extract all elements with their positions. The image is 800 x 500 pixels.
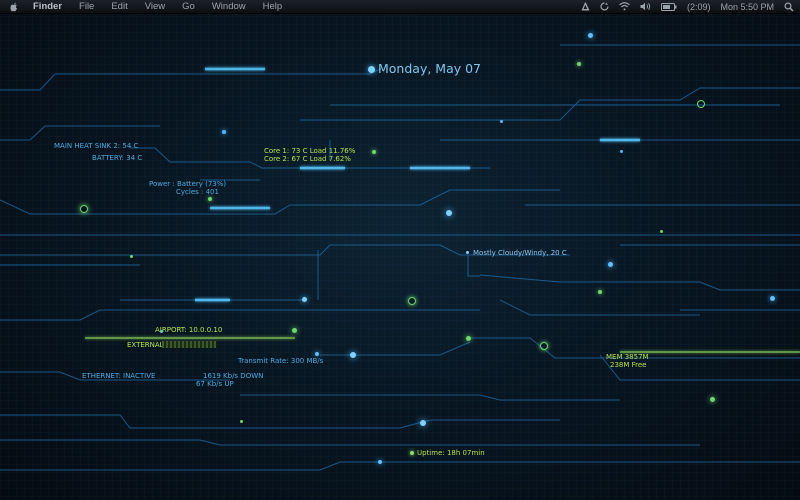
particle xyxy=(697,100,705,108)
particle xyxy=(620,150,623,153)
particle xyxy=(466,336,471,341)
battery-time[interactable]: (2:09) xyxy=(687,2,711,12)
particle xyxy=(208,197,212,201)
menu-file[interactable]: File xyxy=(79,1,94,12)
apple-icon[interactable] xyxy=(9,2,19,12)
particle xyxy=(372,150,376,154)
weather-marker xyxy=(466,251,469,254)
menu-go[interactable]: Go xyxy=(182,1,195,12)
uptime-marker xyxy=(410,451,414,455)
battery-cycles: Cycles : 401 xyxy=(176,188,219,196)
core2-stats: Core 2: 67 C Load 7.62% xyxy=(264,155,351,163)
particle xyxy=(80,205,88,213)
external-ip-redacted xyxy=(162,341,216,348)
particle xyxy=(292,328,297,333)
airport-ip: AIRPORT: 10.0.0.10 xyxy=(155,326,223,334)
particle xyxy=(540,342,548,350)
external-ip-label: EXTERNAL: xyxy=(127,341,166,349)
particle xyxy=(500,120,503,123)
ethernet-status: ETHERNET: INACTIVE xyxy=(82,372,156,380)
battery-icon[interactable] xyxy=(660,2,677,11)
particle xyxy=(130,255,133,258)
particle xyxy=(350,352,356,358)
menu-window[interactable]: Window xyxy=(212,1,246,12)
menu-edit[interactable]: Edit xyxy=(111,1,127,12)
transmit-rate: Transmit Rate: 300 MB/s xyxy=(238,357,324,365)
adobe-icon[interactable] xyxy=(581,2,590,11)
wifi-icon[interactable] xyxy=(619,2,630,11)
particle xyxy=(302,297,307,302)
battery-temp: BATTERY: 34 C xyxy=(92,154,143,162)
uptime-widget: Uptime: 18h 07min xyxy=(417,449,485,457)
memory-free: 238M Free xyxy=(610,361,647,369)
particle xyxy=(408,297,416,305)
weather-widget: Mostly Cloudy/Windy, 20 C xyxy=(473,249,567,257)
particle xyxy=(608,262,613,267)
particle xyxy=(770,296,775,301)
menu-help[interactable]: Help xyxy=(263,1,283,12)
particle xyxy=(446,210,452,216)
particle xyxy=(222,130,226,134)
particle xyxy=(660,230,663,233)
volume-icon[interactable] xyxy=(640,2,651,11)
particle xyxy=(577,62,581,66)
status-area: (2:09) Mon 5:50 PM xyxy=(571,0,794,13)
particle xyxy=(315,352,319,356)
menu-view[interactable]: View xyxy=(145,1,165,12)
particle xyxy=(598,290,602,294)
menu-finder[interactable]: Finder xyxy=(33,1,62,12)
particle xyxy=(710,397,715,402)
particle xyxy=(240,420,243,423)
menu-bar: Finder File Edit View Go Window Help (2:… xyxy=(0,0,800,14)
menubar-clock[interactable]: Mon 5:50 PM xyxy=(720,2,774,12)
particle xyxy=(378,460,382,464)
particle xyxy=(368,66,375,73)
heat-sink-temp: MAIN HEAT SINK 2: 54 C xyxy=(54,142,139,150)
sync-icon[interactable] xyxy=(600,2,609,11)
memory-used: MEM 3857M xyxy=(606,353,649,361)
particle xyxy=(588,33,593,38)
upload-rate: 67 Kb/s UP xyxy=(196,380,234,388)
download-rate: 1619 Kb/s DOWN xyxy=(203,372,264,380)
spotlight-icon[interactable] xyxy=(784,1,794,12)
particle xyxy=(420,420,426,426)
core1-stats: Core 1: 73 C Load 11.76% xyxy=(264,147,356,155)
power-source: Power : Battery (73%) xyxy=(149,180,227,188)
date-widget: Monday, May 07 xyxy=(378,61,482,76)
